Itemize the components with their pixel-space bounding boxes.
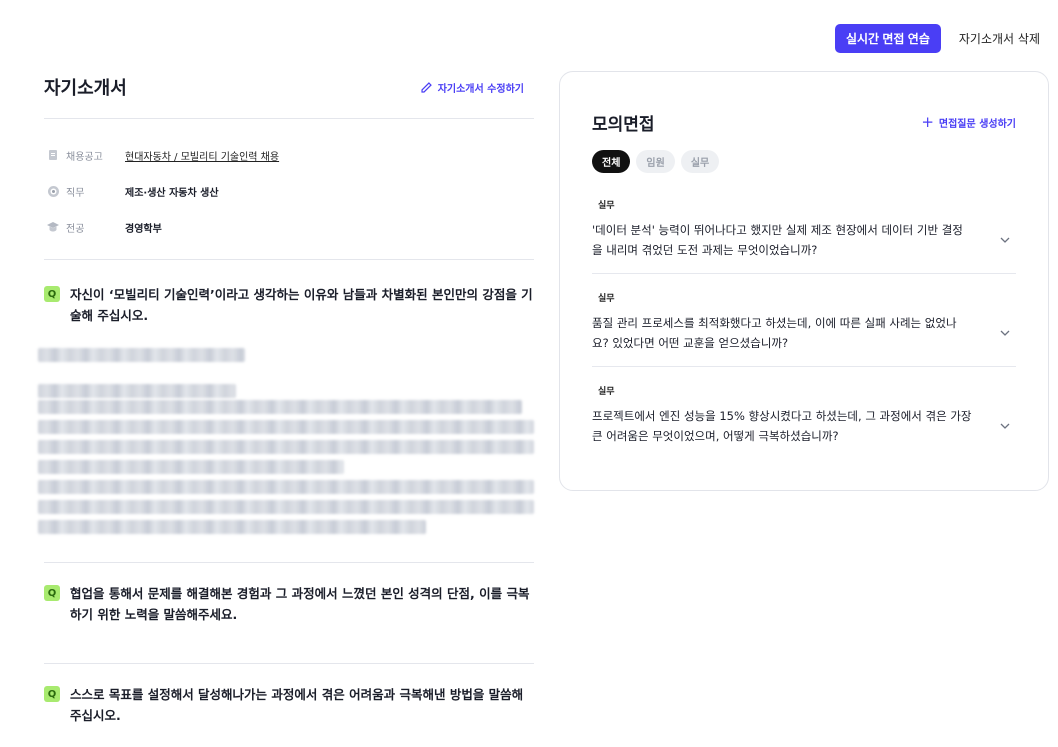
top-actions: 실시간 면접 연습 자기소개서 삭제 [834, 24, 1040, 53]
graduation-cap-icon [46, 220, 60, 234]
blurred-answer [38, 348, 534, 534]
question-row: 품질 관리 프로세스를 최적화했다고 하셨는데, 이에 따른 실패 사례는 없었… [592, 313, 1016, 353]
question-text: 스스로 목표를 설정해서 달성해나가는 과정에서 겪은 어려움과 극복해낸 방법… [70, 687, 524, 723]
question-text: 협업을 통해서 문제를 해결해본 경험과 그 과정에서 느꼈던 본인 성격의 단… [70, 586, 530, 622]
meta-label: 직무 [66, 187, 85, 199]
interview-question-list: 실무 '데이터 분석' 능력이 뛰어나다고 했지만 실제 제조 현장에서 데이터… [592, 181, 1016, 459]
blurred-line [38, 384, 236, 398]
practice-interview-button[interactable]: 실시간 면접 연습 [834, 24, 941, 53]
interview-question-item[interactable]: 실무 프로젝트에서 엔진 성능을 15% 향상시켰다고 하셨는데, 그 과정에서… [592, 367, 1016, 459]
blurred-line [38, 348, 245, 362]
blurred-line [38, 500, 534, 514]
question: Q 협업을 통해서 문제를 해결해본 경험과 그 과정에서 느꼈던 본인 성격의… [44, 583, 534, 625]
meta-row-posting: 채용공고 현대자동차 / 모빌리티 기술인력 채용 [44, 137, 534, 173]
question-row: '데이터 분석' 능력이 뛰어나다고 했지만 실제 제조 현장에서 데이터 기반… [592, 220, 1016, 260]
question-text: 자신이 ‘모빌리티 기술인력’이라고 생각하는 이유와 남들과 차별화된 본인만… [70, 287, 533, 323]
interview-question-item[interactable]: 실무 '데이터 분석' 능력이 뛰어나다고 했지만 실제 제조 현장에서 데이터… [592, 181, 1016, 274]
question: Q 스스로 목표를 설정해서 달성해나가는 과정에서 겪은 어려움과 극복해낸 … [44, 684, 534, 726]
question-tag: 실무 [598, 201, 615, 211]
job-meta: 채용공고 현대자동차 / 모빌리티 기술인력 채용 직무 제조·생산 자동차 생… [44, 119, 534, 259]
q-badge: Q [44, 585, 60, 601]
meta-label: 채용공고 [66, 151, 103, 163]
meta-row-role: 직무 제조·생산 자동차 생산 [44, 173, 534, 209]
question-tag: 실무 [598, 387, 615, 397]
generate-questions-label: 면접질문 생성하기 [938, 118, 1016, 130]
question-filter-tabs: 전체 임원 실무 [592, 150, 1016, 173]
chevron-down-icon[interactable] [998, 326, 1012, 340]
chevron-down-icon[interactable] [998, 419, 1012, 433]
edit-cover-letter-link[interactable]: 자기소개서 수정하기 [420, 80, 524, 95]
mock-interview-panel: 모의면접 + 면접질문 생성하기 전체 임원 실무 실무 '데이터 분석' 능력… [559, 71, 1049, 491]
document-icon [46, 148, 60, 162]
delete-cover-letter-button[interactable]: 자기소개서 삭제 [959, 30, 1040, 47]
plus-icon: + [921, 112, 934, 131]
target-icon [46, 184, 60, 198]
mock-interview-title: 모의면접 [592, 114, 655, 135]
blurred-line [38, 400, 522, 414]
question-tag: 실무 [598, 294, 615, 304]
meta-row-major: 전공 경영학부 [44, 209, 534, 245]
question-text: 품질 관리 프로세스를 최적화했다고 하셨는데, 이에 따른 실패 사례는 없었… [592, 316, 957, 350]
meta-value: 제조·생산 자동차 생산 [125, 187, 219, 199]
cover-letter-header: 자기소개서 자기소개서 수정하기 [44, 72, 534, 102]
question-text: 프로젝트에서 엔진 성능을 15% 향상시켰다고 하셨는데, 그 과정에서 겪은… [592, 409, 972, 443]
blurred-line [38, 520, 426, 534]
page-title: 자기소개서 [44, 78, 127, 99]
chevron-down-icon[interactable] [998, 233, 1012, 247]
mock-interview-header: 모의면접 + 면접질문 생성하기 [592, 110, 1016, 135]
blurred-line [38, 480, 534, 494]
cover-letter-panel: 자기소개서 자기소개서 수정하기 채용공고 현대자동차 / 모빌리티 기술인력 … [38, 72, 534, 726]
meta-value: 경영학부 [125, 223, 162, 235]
blurred-line [38, 420, 534, 434]
q-badge: Q [44, 686, 60, 702]
blurred-line [38, 440, 534, 454]
question-row: 프로젝트에서 엔진 성능을 15% 향상시켰다고 하셨는데, 그 과정에서 겪은… [592, 406, 1016, 446]
interview-question-item[interactable]: 실무 품질 관리 프로세스를 최적화했다고 하셨는데, 이에 따른 실패 사례는… [592, 274, 1016, 367]
question-block: Q 협업을 통해서 문제를 해결해본 경험과 그 과정에서 느꼈던 본인 성격의… [44, 563, 534, 663]
pencil-icon [421, 81, 432, 93]
question: Q 자신이 ‘모빌리티 기술인력’이라고 생각하는 이유와 남들과 차별화된 본… [44, 284, 534, 326]
tab-executive[interactable]: 임원 [636, 150, 675, 173]
question-block: Q 자신이 ‘모빌리티 기술인력’이라고 생각하는 이유와 남들과 차별화된 본… [38, 260, 534, 562]
meta-label: 전공 [66, 223, 85, 235]
job-posting-link[interactable]: 현대자동차 / 모빌리티 기술인력 채용 [125, 148, 279, 163]
question-text: '데이터 분석' 능력이 뛰어나다고 했지만 실제 제조 현장에서 데이터 기반… [592, 223, 963, 257]
edit-cover-letter-label: 자기소개서 수정하기 [437, 83, 524, 95]
generate-questions-link[interactable]: + 면접질문 생성하기 [921, 112, 1016, 131]
question-block: Q 스스로 목표를 설정해서 달성해나가는 과정에서 겪은 어려움과 극복해낸 … [44, 664, 534, 726]
tab-all[interactable]: 전체 [592, 150, 631, 173]
blurred-line [38, 460, 344, 474]
q-badge: Q [44, 286, 60, 302]
tab-practical[interactable]: 실무 [680, 150, 720, 173]
